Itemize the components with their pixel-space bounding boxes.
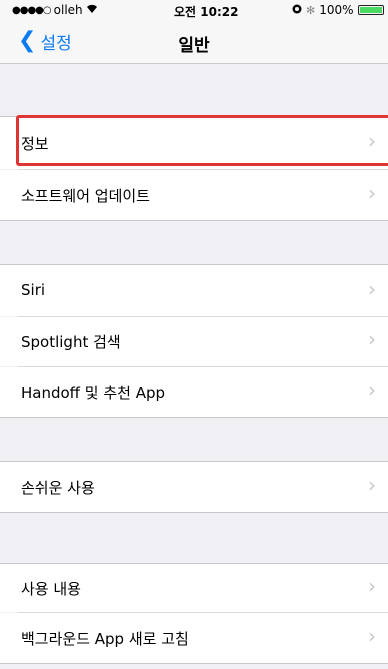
wifi-icon xyxy=(86,3,98,17)
settings-item-about[interactable]: 정보 › xyxy=(0,117,388,169)
carrier-name: olleh xyxy=(53,3,83,17)
settings-item-siri[interactable]: Siri › xyxy=(0,265,388,316)
group-divider xyxy=(0,512,388,513)
settings-item-label: 백그라운드 App 새로 고침 xyxy=(21,630,189,648)
chevron-right-icon: › xyxy=(368,378,376,402)
chevron-right-icon: › xyxy=(368,181,376,205)
settings-item-usage[interactable]: 사용 내용 › xyxy=(0,564,388,612)
alarm-icon xyxy=(292,3,302,17)
chevron-right-icon: › xyxy=(368,327,376,351)
settings-item-spotlight-search[interactable]: Spotlight 검색 › xyxy=(0,317,388,366)
status-bar: ●●●●○ olleh 오전 10:22 ✻ 100% xyxy=(0,0,388,20)
settings-item-accessibility[interactable]: 손쉬운 사용 › xyxy=(0,462,388,512)
settings-item-handoff[interactable]: Handoff 및 추천 App › xyxy=(0,367,388,417)
group-divider xyxy=(0,417,388,418)
settings-item-label: Handoff 및 추천 App xyxy=(21,384,166,402)
battery-percentage: 100% xyxy=(319,3,354,17)
settings-item-label: 손쉬운 사용 xyxy=(21,479,95,497)
status-time: 오전 10:22 xyxy=(174,5,239,19)
navigation-bar: ❮ 설정 일반 xyxy=(0,20,388,64)
chevron-right-icon: › xyxy=(368,574,376,598)
group-divider xyxy=(0,663,388,664)
status-right-group: ✻ 100% xyxy=(292,3,388,17)
signal-strength-icon: ●●●●○ xyxy=(12,4,52,16)
chevron-right-icon: › xyxy=(368,277,376,301)
chevron-right-icon: › xyxy=(368,129,376,153)
settings-item-label: 정보 xyxy=(21,135,49,153)
settings-item-background-app-refresh[interactable]: 백그라운드 App 새로 고침 › xyxy=(0,613,388,663)
bluetooth-icon: ✻ xyxy=(306,3,316,17)
status-carrier-group: ●●●●○ olleh xyxy=(12,3,98,17)
group-divider xyxy=(0,220,388,221)
chevron-right-icon: › xyxy=(368,624,376,648)
page-title: 일반 xyxy=(178,36,210,56)
battery-icon xyxy=(357,5,384,15)
settings-item-label: 사용 내용 xyxy=(21,580,81,598)
settings-item-label: Siri xyxy=(21,281,46,299)
settings-item-label: Spotlight 검색 xyxy=(21,333,121,351)
settings-item-label: 소프트웨어 업데이트 xyxy=(21,187,150,205)
settings-item-software-update[interactable]: 소프트웨어 업데이트 › xyxy=(0,170,388,220)
chevron-right-icon: › xyxy=(368,473,376,497)
